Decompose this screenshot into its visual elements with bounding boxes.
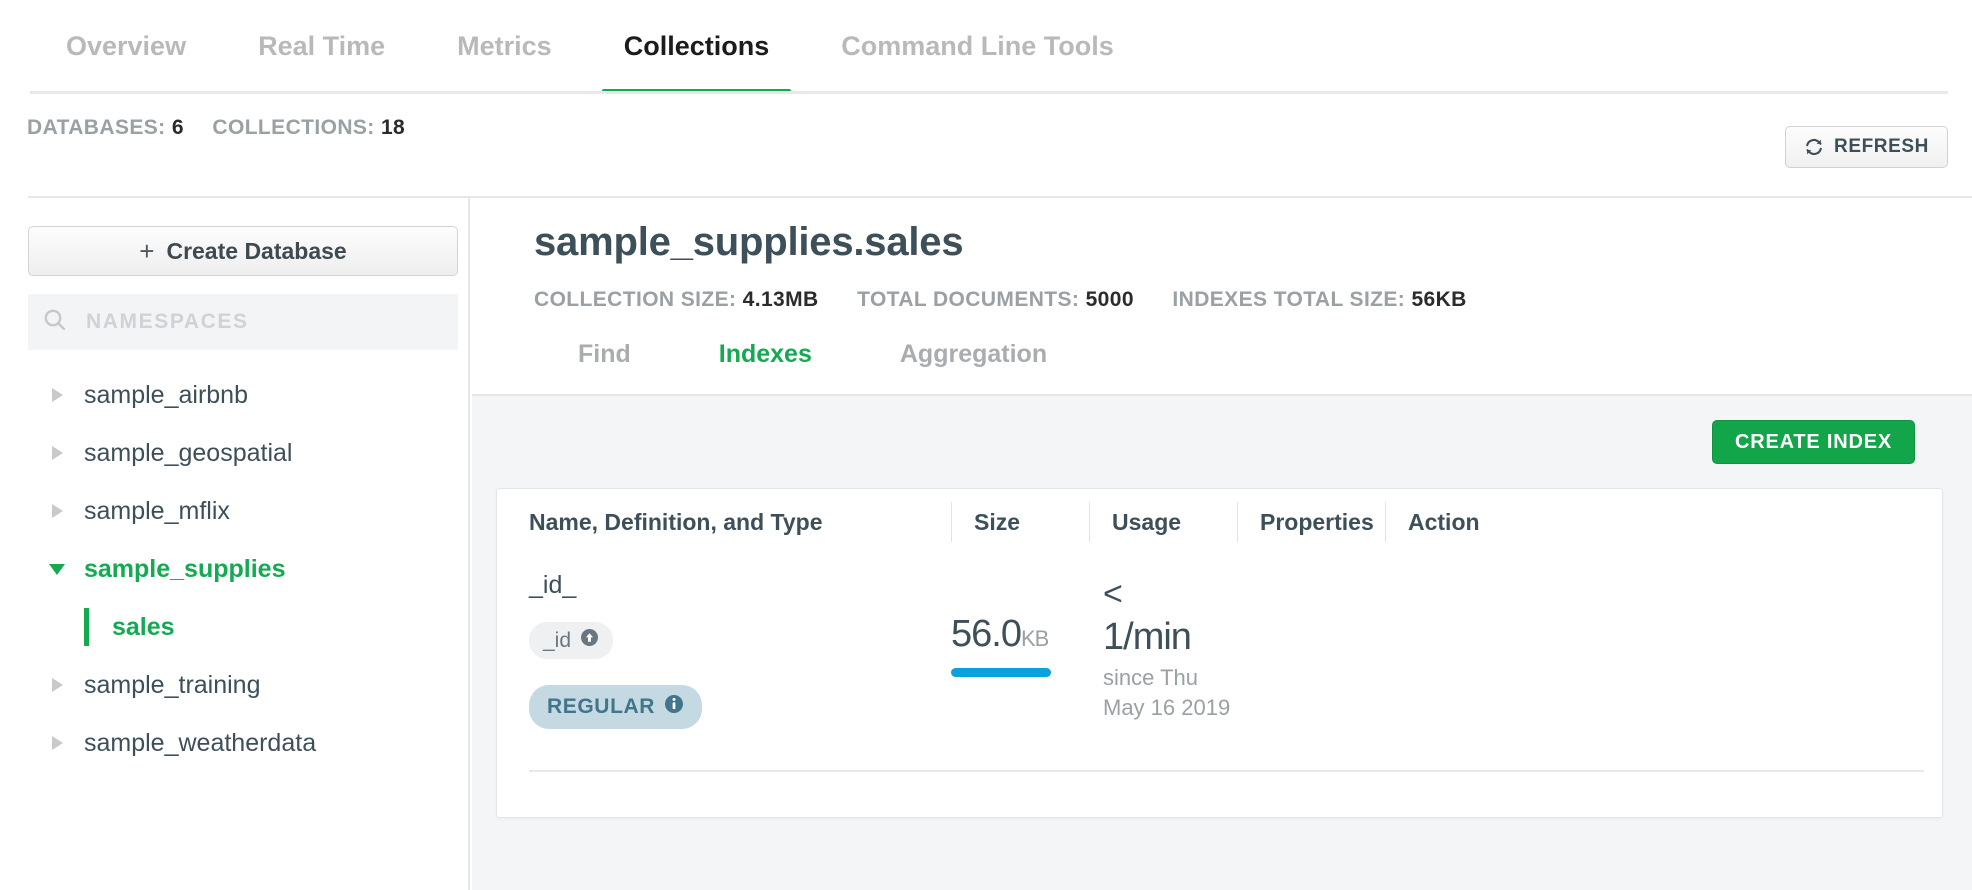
index-size-cell: 56.0KB	[951, 555, 1089, 817]
indexes-total-size-label: INDEXES TOTAL SIZE:	[1172, 288, 1405, 311]
namespace-sidebar: + Create Database NAMESPACES sample_airb…	[28, 198, 470, 890]
tab-aggregation-label: Aggregation	[900, 340, 1047, 368]
chevron-down-icon[interactable]	[44, 564, 70, 575]
create-index-label: CREATE INDEX	[1735, 431, 1892, 454]
total-documents-label: TOTAL DOCUMENTS:	[857, 288, 1079, 311]
index-type-badge[interactable]: REGULAR	[529, 685, 702, 729]
collection-size-label: COLLECTION SIZE:	[534, 288, 736, 311]
tab-metrics-label: Metrics	[457, 31, 552, 61]
sidebar-item-label: sales	[112, 613, 175, 642]
top-tab-bar: Overview Real Time Metrics Collections C…	[0, 0, 1972, 96]
table-header-row: Name, Definition, and Type Size Usage Pr…	[497, 489, 1942, 555]
database-stats-bar: DATABASES: 6 COLLECTIONS: 18	[0, 96, 1972, 159]
sidebar-item-label: sample_mflix	[84, 497, 230, 526]
chevron-right-icon[interactable]	[44, 446, 70, 460]
sidebar-item-label: sample_weatherdata	[84, 729, 316, 758]
tab-collections-label: Collections	[624, 31, 770, 61]
sidebar-item-sample-airbnb[interactable]: sample_airbnb	[28, 366, 470, 424]
column-header-size[interactable]: Size	[951, 502, 1089, 542]
databases-value: 6	[172, 116, 184, 139]
column-header-usage[interactable]: Usage	[1089, 502, 1237, 542]
tab-aggregation[interactable]: Aggregation	[856, 328, 1091, 381]
collection-detail-panel: sample_supplies.sales COLLECTION SIZE: 4…	[472, 198, 1972, 890]
tab-overview-label: Overview	[66, 31, 186, 61]
collection-subtabs: Find Indexes Aggregation	[534, 328, 1091, 381]
column-header-properties[interactable]: Properties	[1237, 502, 1385, 542]
sidebar-item-sample-geospatial[interactable]: sample_geospatial	[28, 424, 470, 482]
collection-stats: COLLECTION SIZE: 4.13MB TOTAL DOCUMENTS:…	[534, 288, 1467, 312]
mongodb-atlas-collections-screen: Overview Real Time Metrics Collections C…	[0, 0, 1972, 890]
refresh-icon	[1804, 137, 1824, 157]
index-field-chip[interactable]: _id	[529, 622, 613, 659]
index-size-value: 56.0KB	[951, 613, 1089, 656]
sidebar-item-sample-supplies[interactable]: sample_supplies	[28, 540, 470, 598]
sidebar-item-sample-weatherdata[interactable]: sample_weatherdata	[28, 714, 470, 772]
sidebar-item-sales[interactable]: sales	[28, 598, 470, 656]
tab-find-label: Find	[578, 340, 631, 368]
create-database-button[interactable]: + Create Database	[28, 226, 458, 276]
chevron-right-icon[interactable]	[44, 388, 70, 402]
index-field-label: _id	[543, 629, 571, 653]
tab-command-line-tools-label: Command Line Tools	[841, 31, 1114, 61]
index-usage-cell: < 1/min since Thu May 16 2019	[1089, 555, 1337, 817]
index-name: _id_	[529, 571, 951, 600]
indexes-total-size-value: 56KB	[1411, 288, 1466, 311]
sidebar-item-label: sample_airbnb	[84, 381, 248, 410]
namespaces-search-placeholder: NAMESPACES	[86, 310, 249, 334]
collections-label: COLLECTIONS:	[212, 116, 374, 139]
chevron-right-icon[interactable]	[44, 504, 70, 518]
sidebar-item-label: sample_supplies	[84, 555, 285, 584]
search-icon	[42, 307, 68, 338]
page-title: sample_supplies.sales	[534, 220, 963, 265]
sidebar-item-sample-mflix[interactable]: sample_mflix	[28, 482, 470, 540]
database-tree: sample_airbnb sample_geospatial sample_m…	[28, 366, 470, 772]
index-type-label: REGULAR	[547, 695, 655, 719]
collections-value: 18	[381, 116, 405, 139]
tab-real-time[interactable]: Real Time	[222, 0, 421, 96]
tab-indexes[interactable]: Indexes	[675, 328, 856, 381]
tab-collections[interactable]: Collections	[588, 0, 806, 96]
index-size-unit: KB	[1021, 626, 1048, 651]
refresh-button[interactable]: REFRESH	[1785, 126, 1948, 168]
plus-icon: +	[139, 236, 154, 267]
index-size-number: 56.0	[951, 613, 1021, 655]
info-circle-icon[interactable]	[664, 694, 684, 720]
namespaces-search-input[interactable]: NAMESPACES	[28, 294, 458, 350]
database-counts: DATABASES: 6 COLLECTIONS: 18	[27, 116, 405, 140]
index-usage-prefix: <	[1103, 577, 1337, 611]
index-action-cell	[1485, 555, 1645, 817]
arrow-up-circle-icon	[580, 628, 599, 653]
collection-size-value: 4.13MB	[743, 288, 819, 311]
table-row: _id_ _id REGUL	[497, 555, 1942, 817]
index-usage-value: 1/min	[1103, 611, 1337, 663]
create-database-label: Create Database	[166, 238, 346, 265]
index-name-cell: _id_ _id REGUL	[529, 555, 951, 817]
sidebar-item-label: sample_geospatial	[84, 439, 292, 468]
sidebar-item-label: sample_training	[84, 671, 261, 700]
column-header-action[interactable]: Action	[1385, 502, 1545, 542]
chevron-right-icon[interactable]	[44, 736, 70, 750]
selection-indicator	[84, 608, 89, 646]
top-tab-divider	[30, 91, 1948, 94]
refresh-button-label: REFRESH	[1834, 136, 1929, 158]
total-documents-value: 5000	[1086, 288, 1134, 311]
tab-command-line-tools[interactable]: Command Line Tools	[805, 0, 1150, 96]
indexes-panel: CREATE INDEX Name, Definition, and Type …	[472, 396, 1972, 890]
databases-label: DATABASES:	[27, 116, 166, 139]
tab-indexes-label: Indexes	[719, 340, 812, 368]
indexes-table: Name, Definition, and Type Size Usage Pr…	[496, 488, 1943, 818]
index-usage-since-line2: May 16 2019	[1103, 693, 1337, 723]
index-size-bar	[951, 668, 1051, 677]
tab-overview[interactable]: Overview	[30, 0, 222, 96]
index-usage-since-line1: since Thu	[1103, 663, 1337, 693]
column-header-name[interactable]: Name, Definition, and Type	[529, 502, 951, 542]
tab-metrics[interactable]: Metrics	[421, 0, 588, 96]
index-properties-cell	[1337, 555, 1485, 817]
tab-real-time-label: Real Time	[258, 31, 385, 61]
sidebar-item-sample-training[interactable]: sample_training	[28, 656, 470, 714]
tab-find[interactable]: Find	[534, 328, 675, 381]
create-index-button[interactable]: CREATE INDEX	[1712, 420, 1915, 464]
chevron-right-icon[interactable]	[44, 678, 70, 692]
